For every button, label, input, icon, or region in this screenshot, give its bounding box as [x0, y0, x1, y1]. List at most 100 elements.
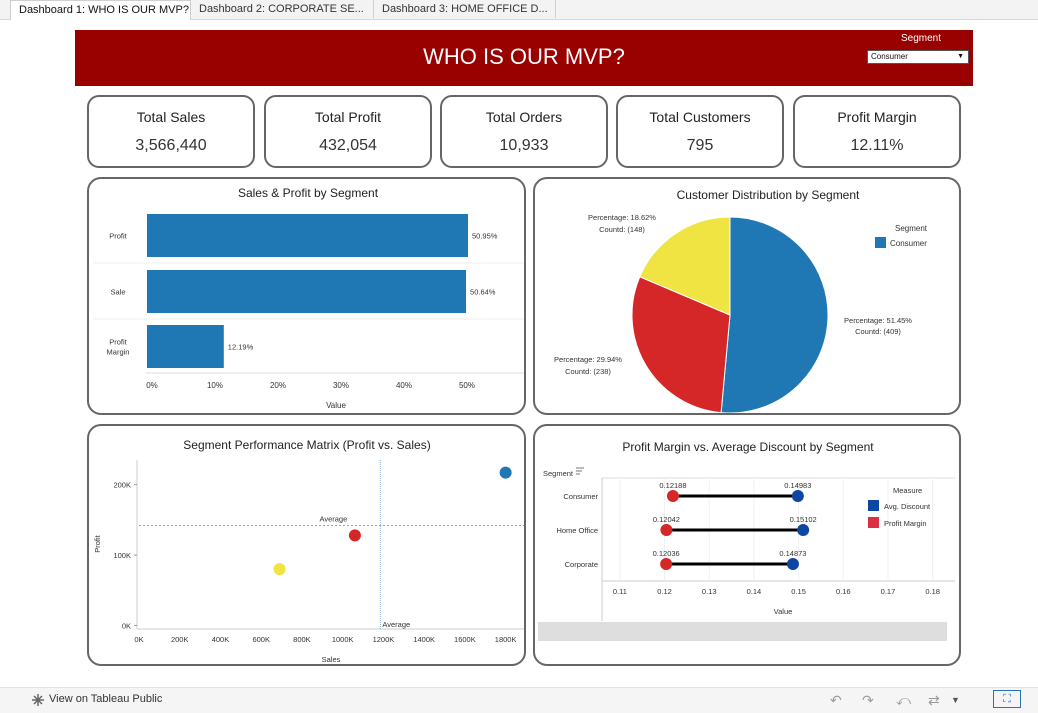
- category-label: Margin: [107, 348, 130, 357]
- avg-discount-point[interactable]: [786, 558, 799, 570]
- x-tick-label: 0K: [134, 635, 143, 644]
- profit-margin-point[interactable]: [660, 558, 673, 570]
- x-tick-label: 0.18: [925, 587, 940, 596]
- x-tick-label: 800K: [293, 635, 311, 644]
- x-axis-label: Value: [326, 401, 346, 410]
- x-tick-label: 0.12: [657, 587, 672, 596]
- view-on-tableau-public-link[interactable]: View on Tableau Public: [49, 693, 162, 705]
- kpi-value: 12.11%: [850, 137, 904, 154]
- sort-icon[interactable]: [576, 467, 584, 475]
- x-tick-label: 600K: [252, 635, 270, 644]
- scatter-point[interactable]: [273, 563, 286, 576]
- bar-value-label: 50.95%: [472, 232, 498, 241]
- legend-title: Segment: [895, 224, 928, 233]
- scatter-point[interactable]: [499, 466, 512, 479]
- revert-icon[interactable]: ⤺: [896, 692, 911, 709]
- profit-margin-value-label: 0.12036: [653, 549, 680, 558]
- kpi-total-profit: Total Profit 432,054: [264, 95, 432, 168]
- profit-discount-panel: Profit Margin vs. Average Discount by Se…: [533, 424, 961, 666]
- pie-label-red-pct: Percentage: 29.94%: [554, 355, 622, 364]
- avg-discount-value-label: 0.15102: [790, 515, 817, 524]
- x-tick-label: 0.16: [836, 587, 851, 596]
- share-dropdown-icon[interactable]: ▼: [951, 695, 960, 705]
- kpi-label: Total Profit: [314, 109, 382, 125]
- performance-matrix-chart[interactable]: Segment Performance Matrix (Profit vs. S…: [89, 426, 526, 666]
- x-tick-label: 0.11: [613, 587, 627, 596]
- x-tick-label: 1600K: [454, 635, 476, 644]
- legend-swatch-avg-discount: [868, 500, 879, 511]
- share-icon[interactable]: ⇄: [928, 692, 940, 709]
- kpi-total-customers: Total Customers 795: [616, 95, 784, 168]
- profit-margin-value-label: 0.12042: [653, 515, 680, 524]
- x-tick-label: 0.17: [881, 587, 896, 596]
- bar[interactable]: [147, 270, 467, 313]
- kpi-total-orders: Total Orders 10,933: [440, 95, 608, 168]
- chart-title: Segment Performance Matrix (Profit vs. S…: [183, 438, 430, 452]
- kpi-value: 10,933: [499, 137, 549, 154]
- bar[interactable]: [147, 325, 224, 368]
- x-axis-label: Value: [774, 607, 793, 616]
- bar[interactable]: [147, 214, 468, 257]
- pie-label-yellow-pct: Percentage: 18.62%: [588, 213, 656, 222]
- bar-value-label: 12.19%: [228, 343, 254, 352]
- horizontal-scrollbar[interactable]: [538, 622, 947, 641]
- scatter-point[interactable]: [348, 529, 361, 542]
- chart-title: Customer Distribution by Segment: [677, 188, 860, 202]
- kpi-total-sales: Total Sales 3,566,440: [87, 95, 255, 168]
- row-label: Consumer: [563, 492, 598, 501]
- category-label: Profit: [109, 338, 127, 347]
- category-label: Sale: [110, 288, 125, 297]
- x-tick-label: 20%: [270, 381, 286, 390]
- tab-dashboard-3[interactable]: Dashboard 3: HOME OFFICE D...: [374, 0, 556, 18]
- pie-label-yellow-count: Countd: (148): [599, 225, 645, 234]
- chevron-down-icon: ▼: [957, 53, 964, 60]
- category-label: Profit: [109, 232, 127, 241]
- customer-distribution-chart[interactable]: Customer Distribution by Segment Percent…: [535, 179, 961, 415]
- profit-margin-point[interactable]: [666, 490, 679, 502]
- segment-filter-label: Segment: [901, 33, 942, 44]
- legend-item-consumer: Consumer: [890, 239, 927, 248]
- kpi-value: 3,566,440: [135, 137, 207, 154]
- x-tick-label: 40%: [396, 381, 412, 390]
- performance-matrix-panel: Segment Performance Matrix (Profit vs. S…: [87, 424, 526, 666]
- kpi-value: 795: [686, 137, 714, 154]
- profit-margin-value-label: 0.12188: [659, 481, 686, 490]
- fullscreen-icon[interactable]: ⛶: [993, 690, 1021, 708]
- average-sales-label: Average: [382, 620, 410, 629]
- y-tick-label: 200K: [113, 481, 131, 490]
- avg-discount-value-label: 0.14873: [779, 549, 806, 558]
- kpi-profit-margin: Profit Margin 12.11%: [793, 95, 961, 168]
- y-axis-label: Profit: [93, 534, 102, 552]
- x-axis-label: Sales: [322, 655, 341, 664]
- avg-discount-point[interactable]: [791, 490, 804, 502]
- chart-title: Sales & Profit by Segment: [238, 186, 379, 200]
- pie-label-blue-pct: Percentage: 51.45%: [844, 316, 912, 325]
- undo-icon[interactable]: ↶: [830, 692, 842, 709]
- row-label: Corporate: [565, 560, 598, 569]
- y-tick-label: 100K: [113, 551, 131, 560]
- x-tick-label: 0.15: [791, 587, 806, 596]
- profit-discount-chart[interactable]: Profit Margin vs. Average Discount by Se…: [535, 426, 961, 666]
- kpi-label: Total Customers: [649, 109, 751, 125]
- chart-title: Profit Margin vs. Average Discount by Se…: [622, 440, 874, 454]
- legend-swatch-profit-margin: [868, 517, 879, 528]
- segment-filter-dropdown[interactable]: Consumer ▼: [867, 50, 969, 64]
- tab-dashboard-2[interactable]: Dashboard 2: CORPORATE SE...: [191, 0, 374, 18]
- legend-swatch-consumer: [875, 237, 886, 248]
- x-tick-label: 50%: [459, 381, 475, 390]
- x-tick-label: 10%: [207, 381, 223, 390]
- x-tick-label: 400K: [212, 635, 230, 644]
- kpi-value: 432,054: [319, 137, 377, 154]
- tab-dashboard-1[interactable]: Dashboard 1: WHO IS OUR MVP?: [10, 0, 191, 20]
- avg-discount-point[interactable]: [797, 524, 810, 536]
- avg-discount-value-label: 0.14983: [784, 481, 811, 490]
- dashboard-header: WHO IS OUR MVP? Segment Consumer ▼: [75, 30, 973, 86]
- x-tick-label: 0%: [146, 381, 158, 390]
- sales-profit-chart[interactable]: Sales & Profit by Segment 50.95% Profit 50…: [89, 179, 526, 415]
- profit-margin-point[interactable]: [660, 524, 673, 536]
- pie-slice[interactable]: [720, 216, 829, 413]
- x-tick-label: 1800K: [495, 635, 517, 644]
- bar-value-label: 50.64%: [470, 288, 496, 297]
- redo-icon[interactable]: ↷: [862, 692, 874, 709]
- footer-toolbar: View on Tableau Public ↶ ↷ ⤺ ⇄ ▼ ⛶: [0, 687, 1038, 713]
